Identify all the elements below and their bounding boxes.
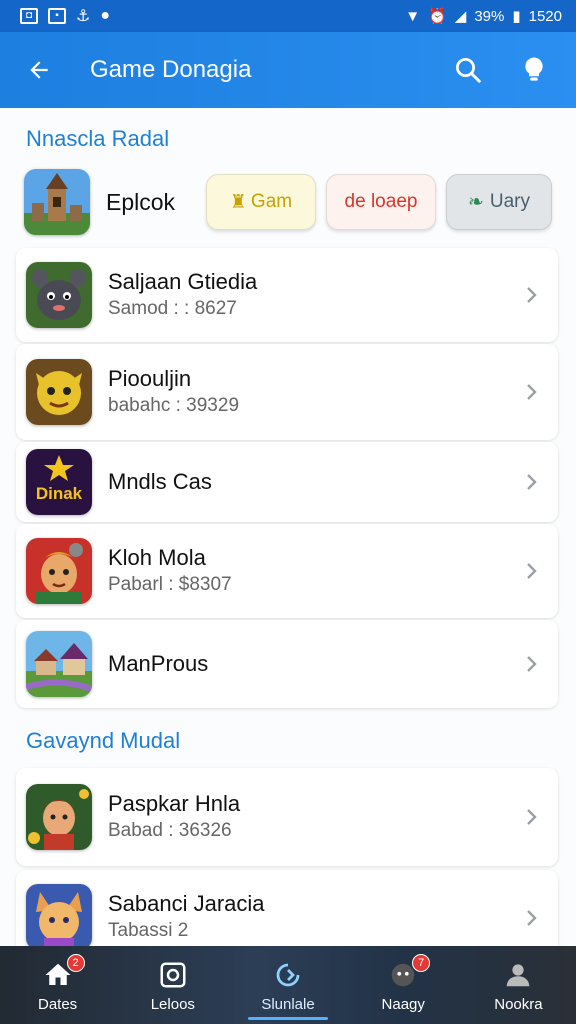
list-item[interactable]: Paspkar Hnla Babad : 36326	[16, 768, 558, 866]
nav-naagy[interactable]: 7 Naagy	[346, 946, 461, 1024]
signal-icon: ◢	[454, 8, 467, 25]
gamepad-icon: 7	[386, 953, 431, 992]
notification-app-icon: ◘	[20, 8, 38, 24]
leaf-icon: ❧	[467, 191, 484, 213]
chip-label: de loaep	[344, 191, 418, 212]
search-icon	[456, 58, 481, 83]
game-icon-village	[26, 631, 92, 697]
featured-game-name: Eplcok	[106, 188, 176, 215]
game-subtitle: Samod : : 8627	[108, 298, 237, 319]
game-icon-logo: Dinak	[26, 449, 92, 515]
featured-row: Eplcok ♜ Gam de loaep ❧ Uary	[24, 168, 554, 236]
game-name: Mndls Cas	[108, 469, 212, 494]
profile-icon	[501, 958, 535, 992]
home-icon: 2	[41, 953, 85, 992]
app-bar: Game Donagia	[0, 32, 576, 108]
location-icon: ●	[100, 7, 111, 24]
game-name: Pioouljin	[108, 366, 192, 391]
puzzle-icon: ♜	[229, 191, 247, 213]
nav-slunlale[interactable]: Slunlale	[230, 946, 345, 1024]
nav-label: Naagy	[381, 995, 425, 1013]
status-bar: ◘ ▪ ⚓ ● ▼ ⏰ ◢ 39% ▮ 1520	[0, 0, 576, 32]
section-title: Nnascla Radal	[26, 126, 170, 151]
nav-label: Leloos	[150, 995, 195, 1013]
list-item-text: Saljaan Gtiedia Samod : : 8627	[108, 268, 520, 322]
notification-badge: 2	[66, 953, 85, 972]
back-button[interactable]	[22, 53, 56, 87]
nav-label: Nookra	[494, 995, 543, 1013]
chevron-right-icon	[520, 652, 544, 676]
game-name: Sabanci Jaracia	[108, 891, 265, 916]
list-item[interactable]: Saljaan Gtiedia Samod : : 8627	[16, 248, 558, 342]
game-icon-yellow-hero	[26, 359, 92, 425]
battery-icon: ▮	[512, 8, 521, 25]
chevron-right-icon	[520, 380, 544, 404]
list-item-text: Mndls Cas	[108, 468, 520, 496]
anchor-icon: ⚓	[76, 8, 91, 25]
list-item-text: Sabanci Jaracia Tabassi 2	[108, 884, 520, 944]
list-item-text: Kloh Mola Pabarl : $8307	[108, 544, 520, 598]
system-icons: ▼ ⏰ ◢ 39% ▮ 1520	[405, 7, 562, 26]
game-subtitle: Tabassi 2	[108, 920, 189, 941]
chevron-right-icon	[520, 805, 544, 829]
list-item-text: Pioouljin babahc : 39329	[108, 365, 520, 419]
section-title: Gavaynd Mudal	[26, 728, 181, 753]
game-name: ManProus	[108, 651, 209, 676]
lightbulb-icon	[525, 57, 543, 81]
list-item[interactable]: Kloh Mola Pabarl : $8307	[16, 524, 558, 618]
chevron-right-icon	[520, 559, 544, 583]
page-title: Game Donagia	[90, 56, 252, 83]
clock: 1520	[528, 7, 562, 25]
nav-leloos[interactable]: Leloos	[115, 946, 230, 1024]
nav-label: Slunlale	[261, 995, 315, 1013]
refresh-icon	[271, 958, 305, 992]
notification-icons: ◘ ▪ ⚓ ●	[20, 6, 110, 26]
bottom-nav: 2 Dates Leloos Slunlale 7 Naagy Nookra	[0, 946, 576, 1024]
nav-dates[interactable]: 2 Dates	[0, 946, 115, 1024]
notification-badge: 7	[412, 953, 431, 972]
chip-label: Gam	[250, 191, 293, 212]
game-name: Kloh Mola	[108, 545, 206, 570]
chevron-right-icon	[520, 906, 544, 930]
game-icon-text: Dinak	[36, 484, 83, 503]
chevron-right-icon	[520, 470, 544, 494]
game-icon-warrior	[26, 538, 92, 604]
active-indicator	[248, 1017, 328, 1020]
list-item[interactable]: Sabanci Jaracia Tabassi 2	[16, 870, 558, 946]
battery-percent: 39%	[474, 7, 505, 25]
game-subtitle: Pabarl : $8307	[108, 574, 232, 595]
nav-label: Dates	[38, 995, 78, 1013]
game-subtitle: babahc : 39329	[108, 395, 240, 416]
chip-deloaep[interactable]: de loaep	[326, 174, 436, 230]
game-icon-fox	[26, 884, 92, 946]
game-name: Saljaan Gtiedia	[108, 269, 258, 294]
list-item[interactable]: Pioouljin babahc : 39329	[16, 344, 558, 440]
nav-nookra[interactable]: Nookra	[461, 946, 576, 1024]
tips-button[interactable]	[514, 50, 554, 90]
game-icon-creature	[26, 262, 92, 328]
chevron-right-icon	[520, 283, 544, 307]
game-name: Paspkar Hnla	[108, 791, 241, 816]
list-item-text: Paspkar Hnla Babad : 36326	[108, 790, 520, 844]
chip-gam[interactable]: ♜ Gam	[206, 174, 316, 230]
arrow-left-icon	[30, 61, 48, 79]
image-notification-icon: ▪	[48, 8, 66, 24]
search-button[interactable]	[448, 50, 488, 90]
list-item-text: ManProus	[108, 650, 520, 678]
chip-uary[interactable]: ❧ Uary	[446, 174, 552, 230]
chip-label: Uary	[489, 191, 531, 212]
gallery-icon	[156, 958, 190, 992]
list-item[interactable]: Dinak Mndls Cas	[16, 442, 558, 522]
game-icon-castle[interactable]	[24, 169, 90, 235]
game-subtitle: Babad : 36326	[108, 820, 232, 841]
main-content: Nnascla Radal Eplcok ♜ Gam de loaep ❧ Ua…	[0, 108, 576, 946]
wifi-icon: ▼	[405, 7, 421, 25]
list-item[interactable]: ManProus	[16, 620, 558, 708]
game-icon-adventurer	[26, 784, 92, 850]
alarm-icon: ⏰	[428, 8, 447, 25]
